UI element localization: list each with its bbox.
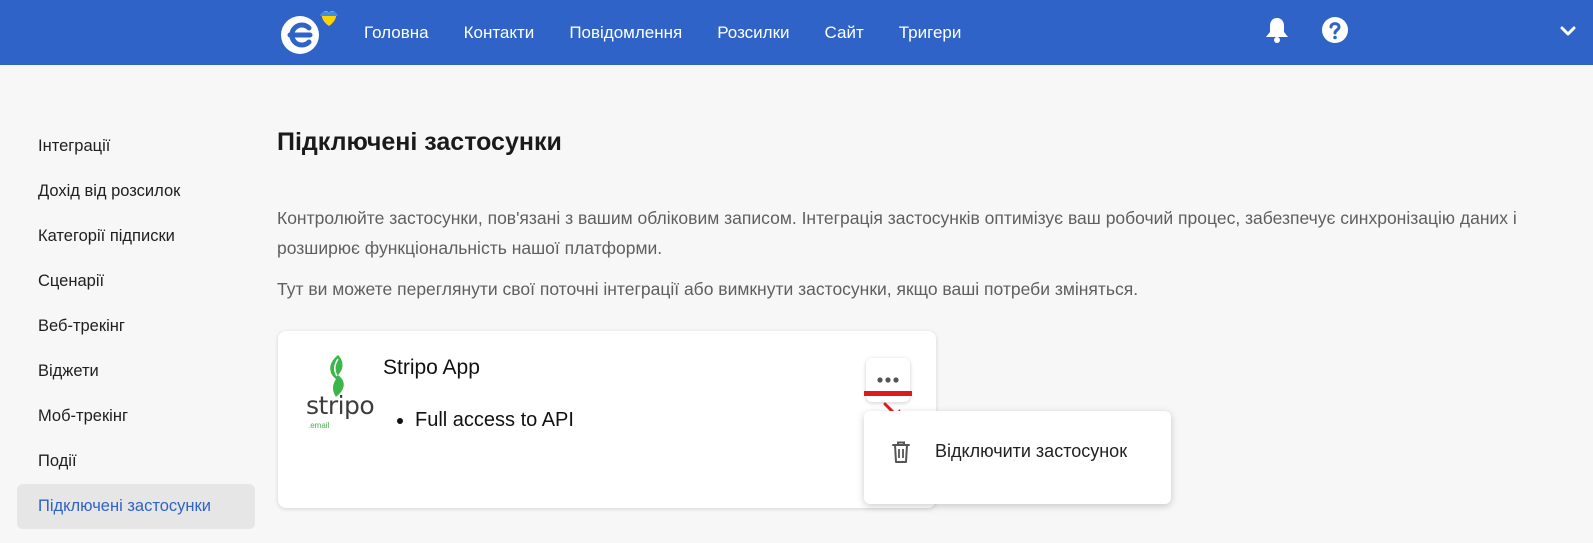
bell-icon[interactable] [1264, 16, 1290, 44]
app-card: stripo .email Stripo App Full access to … [278, 331, 936, 508]
app-actions-menu: Відключити застосунок [864, 411, 1171, 504]
sidebar-item-connected-apps[interactable]: Підключені застосунки [17, 484, 255, 529]
app-name: Stripo App [383, 356, 480, 379]
sidebar-item-subscription-categories[interactable]: Категорії підписки [17, 214, 255, 259]
ellipsis-icon [877, 377, 899, 383]
menu-item-label: Відключити застосунок [935, 441, 1128, 461]
stripo-logo: stripo .email [306, 355, 375, 430]
nav-home[interactable]: Головна [364, 23, 429, 43]
top-navbar: Головна Контакти Повідомлення Розсилки С… [0, 0, 1593, 65]
menu-item-disconnect-app[interactable]: Відключити застосунок [864, 428, 1171, 478]
sidebar-item-campaign-revenue[interactable]: Дохід від розсилок [17, 169, 255, 214]
sidebar-item-web-tracking[interactable]: Веб-трекінг [17, 304, 255, 349]
settings-sidebar: Інтеграції Дохід від розсилок Категорії … [17, 124, 255, 529]
nav-messages[interactable]: Повідомлення [569, 23, 682, 43]
stripo-wordmark: stripo [306, 391, 375, 420]
page-title: Підключені застосунки [277, 128, 562, 156]
app-permissions: Full access to API [383, 409, 574, 432]
permission-item: Full access to API [415, 409, 574, 432]
sidebar-item-widgets[interactable]: Віджети [17, 349, 255, 394]
sidebar-item-integrations[interactable]: Інтеграції [17, 124, 255, 169]
page-description: Контролюйте застосунки, пов'язані з ваши… [277, 208, 1517, 258]
nav-triggers[interactable]: Тригери [899, 23, 962, 43]
highlight-underline [864, 391, 912, 396]
chevron-down-icon[interactable] [1558, 22, 1578, 40]
help-icon[interactable] [1321, 16, 1349, 44]
brand-logo-icon[interactable] [280, 8, 342, 56]
main-nav: Головна Контакти Повідомлення Розсилки С… [364, 0, 996, 65]
sidebar-item-scenarios[interactable]: Сценарії [17, 259, 255, 304]
page-description-secondary: Тут ви можете переглянути свої поточні і… [277, 279, 1139, 299]
sidebar-item-events[interactable]: Події [17, 439, 255, 484]
nav-campaigns[interactable]: Розсилки [717, 23, 789, 43]
nav-site[interactable]: Сайт [825, 23, 864, 43]
trash-icon [892, 441, 910, 463]
sidebar-item-mobile-tracking[interactable]: Моб-трекінг [17, 394, 255, 439]
nav-contacts[interactable]: Контакти [464, 23, 535, 43]
stripo-wordmark-sub: .email [308, 421, 330, 430]
